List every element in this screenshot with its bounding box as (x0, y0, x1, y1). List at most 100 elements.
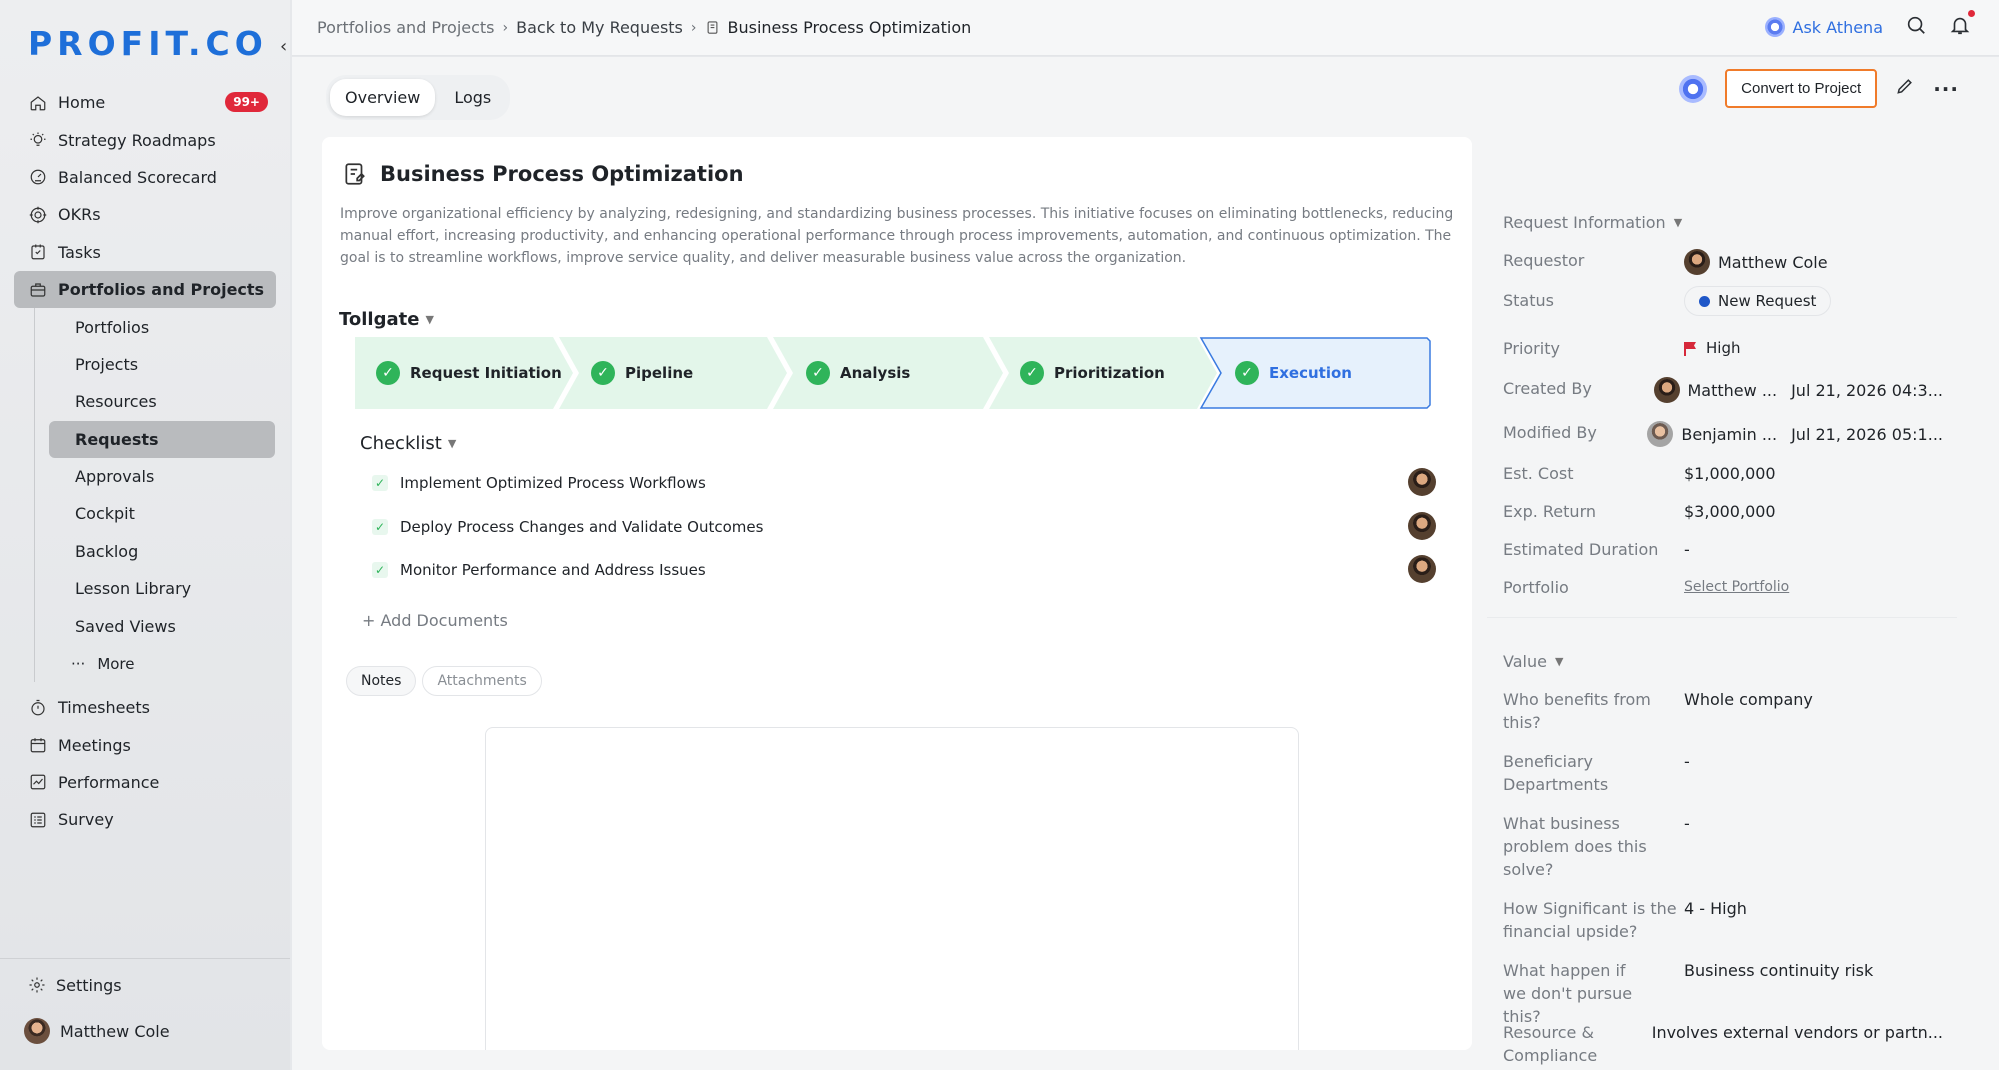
checkbox-checked[interactable]: ✓ (372, 519, 388, 535)
avatar[interactable] (1408, 512, 1436, 540)
brand-logo[interactable]: PROFIT.CO (28, 24, 268, 63)
field-value[interactable]: 4 - High (1684, 897, 1747, 920)
sidebar-item-strategy-roadmaps[interactable]: Strategy Roadmaps (14, 121, 276, 158)
checklist-item-label: Implement Optimized Process Workflows (400, 474, 706, 492)
avatar[interactable] (1408, 555, 1436, 583)
sidebar-subitem-approvals[interactable]: Approvals (49, 458, 275, 495)
status-value: New Request (1718, 292, 1817, 310)
divider (1487, 617, 1957, 618)
tab-overview[interactable]: Overview (330, 79, 436, 116)
stage-prioritization[interactable]: ✓ Prioritization (1020, 337, 1165, 409)
tollgate-heading[interactable]: Tollgate ▼ (339, 309, 434, 330)
tab-notes[interactable]: Notes (346, 666, 417, 696)
field-value[interactable]: Whole company (1684, 688, 1813, 711)
notes-editor[interactable] (485, 727, 1299, 1050)
field-value[interactable]: Involves external vendors or partn... (1652, 1021, 1943, 1044)
sidebar-subitem-resources[interactable]: Resources (49, 383, 275, 420)
created-by-value[interactable]: Matthew ... Jul 21, 2026 04:3... (1653, 377, 1943, 403)
value-heading[interactable]: Value ▼ (1503, 652, 1563, 671)
stage-analysis[interactable]: ✓ Analysis (806, 337, 910, 409)
user-name: Matthew Cole (60, 1021, 170, 1041)
edit-icon[interactable] (1895, 76, 1915, 101)
bell-icon[interactable] (1949, 10, 1975, 40)
sidebar-item-settings[interactable]: Settings (0, 965, 290, 1005)
sidebar-subitem-more[interactable]: ··· More (49, 645, 275, 682)
page-title: Business Process Optimization (380, 162, 744, 186)
tollgate-heading-label: Tollgate (339, 309, 420, 330)
sidebar-item-performance[interactable]: Performance (14, 764, 276, 801)
value-row: How Significant is the financial upside?… (1503, 897, 1943, 943)
request-card: Business Process Optimization Improve or… (322, 137, 1472, 1050)
sidebar-item-timesheets[interactable]: Timesheets (14, 689, 276, 726)
field-label: Created By (1503, 379, 1592, 398)
tab-logs[interactable]: Logs (439, 79, 506, 116)
sidebar-item-label: Home (58, 93, 106, 113)
checklist-heading-label: Checklist (360, 433, 442, 454)
stage-label: Pipeline (625, 364, 694, 382)
stage-pipeline[interactable]: ✓ Pipeline (591, 337, 693, 409)
sidebar-item-meetings[interactable]: Meetings (14, 726, 276, 763)
sidebar-subitem-portfolios[interactable]: Portfolios (49, 308, 275, 345)
stage-request-initiation[interactable]: ✓ Request Initiation (376, 337, 562, 409)
trend-icon (28, 772, 48, 792)
checkbox-checked[interactable]: ✓ (372, 475, 388, 491)
sidebar-item-tasks[interactable]: Tasks (14, 234, 276, 271)
document-icon (705, 20, 720, 35)
check-circle-icon: ✓ (591, 361, 615, 385)
select-portfolio-link[interactable]: Select Portfolio (1684, 576, 1789, 599)
ai-assistant-icon[interactable] (1679, 74, 1708, 103)
portfolio-value-wrap: Select Portfolio (1684, 576, 1789, 599)
field-value[interactable]: - (1684, 750, 1690, 773)
ask-athena-button[interactable]: Ask Athena (1764, 17, 1883, 37)
sidebar-subitem-requests[interactable]: Requests (49, 420, 275, 458)
sidebar-subitem-saved-views[interactable]: Saved Views (49, 607, 275, 644)
created-by-row: Created By Matthew ... Jul 21, 2026 04:3.… (1503, 377, 1943, 403)
caret-down-icon: ▼ (1554, 655, 1564, 668)
search-icon[interactable] (1905, 14, 1927, 40)
collapse-sidebar-icon[interactable]: ‹ (280, 36, 287, 57)
sidebar-item-balanced-scorecard[interactable]: Balanced Scorecard (14, 159, 276, 196)
sidebar-item-label: Performance (58, 772, 160, 792)
convert-to-project-button[interactable]: Convert to Project (1725, 69, 1878, 108)
sidebar-subitem-projects[interactable]: Projects (49, 346, 275, 383)
avatar[interactable] (1408, 468, 1436, 496)
add-documents-button[interactable]: + Add Documents (362, 611, 508, 630)
exp-return-value[interactable]: $3,000,000 (1684, 500, 1776, 523)
request-information-heading[interactable]: Request Information ▼ (1503, 213, 1682, 232)
target-icon (28, 205, 48, 225)
modified-by-value[interactable]: Benjamin ... Jul 21, 2026 05:1... (1647, 421, 1943, 447)
tab-attachments[interactable]: Attachments (422, 666, 542, 696)
sidebar-item-home[interactable]: Home 99+ (14, 84, 276, 121)
checkbox-checked[interactable]: ✓ (372, 562, 388, 578)
priority-value[interactable]: High (1684, 337, 1740, 360)
task-icon (28, 242, 48, 262)
sidebar-item-label: Balanced Scorecard (58, 167, 217, 187)
field-value[interactable]: - (1684, 812, 1690, 835)
stage-label: Analysis (840, 364, 911, 382)
survey-icon (28, 810, 48, 830)
breadcrumb-back[interactable]: Back to My Requests (516, 18, 683, 37)
sidebar-item-okrs[interactable]: OKRs (14, 196, 276, 233)
sidebar-item-portfolios-and-projects[interactable]: Portfolios and Projects (14, 270, 276, 309)
breadcrumb-root[interactable]: Portfolios and Projects (317, 18, 495, 37)
requestor-value[interactable]: Matthew Cole (1684, 249, 1828, 275)
sidebar-subitem-backlog[interactable]: Backlog (49, 533, 275, 570)
sidebar-item-label: Settings (56, 975, 122, 995)
est-cost-value[interactable]: $1,000,000 (1684, 462, 1776, 485)
sidebar-item-label: Meetings (58, 735, 131, 755)
sidebar-subitem-lesson-library[interactable]: Lesson Library (49, 570, 275, 607)
sidebar-subitem-cockpit[interactable]: Cockpit (49, 495, 275, 532)
field-label: Status (1503, 291, 1554, 310)
status-badge[interactable]: New Request (1684, 286, 1832, 316)
sidebar-item-survey[interactable]: Survey (14, 801, 276, 838)
user-profile[interactable]: Matthew Cole (0, 1011, 290, 1051)
request-doc-icon (345, 163, 365, 185)
checklist-heading[interactable]: Checklist ▼ (360, 433, 456, 454)
stage-execution[interactable]: ✓ Execution (1235, 337, 1352, 409)
duration-value[interactable]: - (1684, 538, 1690, 561)
checklist-item: ✓ Implement Optimized Process Workflows (372, 474, 706, 492)
title-row: Business Process Optimization (342, 161, 744, 187)
sub-nav: Portfolios Projects Resources Requests A… (34, 308, 276, 683)
more-options-icon[interactable]: ··· (1933, 77, 1959, 101)
field-value[interactable]: Business continuity risk (1684, 959, 1873, 982)
